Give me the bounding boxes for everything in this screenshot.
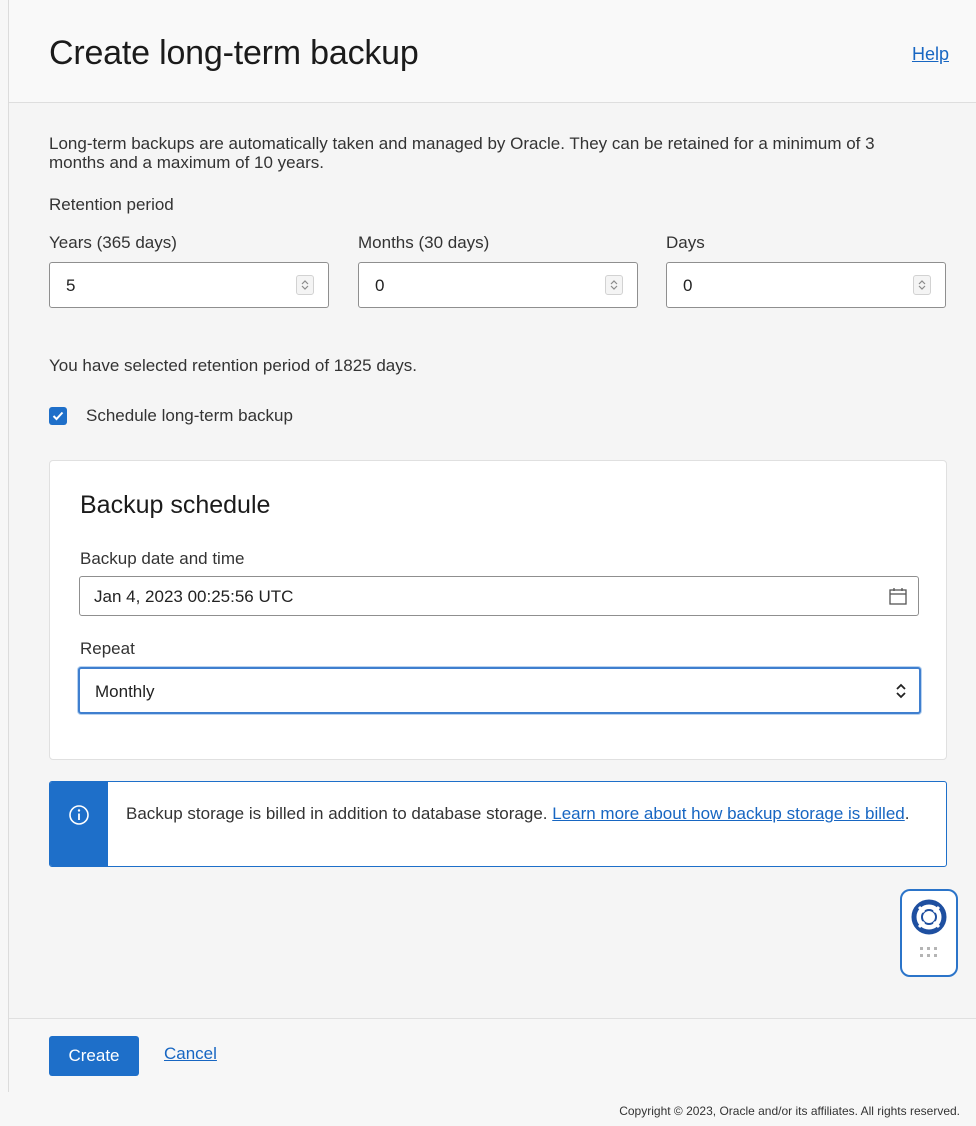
years-stepper-icon[interactable] [296,275,314,295]
create-button[interactable]: Create [49,1036,139,1076]
chevron-updown-icon [895,682,907,705]
days-stepper-icon[interactable] [913,275,931,295]
retention-summary: You have selected retention period of 18… [49,356,417,375]
cancel-link[interactable]: Cancel [164,1044,217,1064]
schedule-checkbox-label: Schedule long-term backup [86,406,293,425]
years-value: 5 [66,276,76,295]
backup-datetime-input[interactable]: Jan 4, 2023 00:25:56 UTC [79,576,919,616]
grip-dots-icon [920,947,937,957]
info-strip [50,782,108,866]
panel-header: Create long-term backup Help [9,0,976,103]
lifebuoy-icon [911,899,947,935]
info-message: Backup storage is billed in addition to … [126,804,548,823]
footer-bar [9,1018,976,1093]
retention-period-label: Retention period [49,195,174,214]
backup-datetime-label: Backup date and time [80,549,245,568]
days-input[interactable]: 0 [666,262,946,308]
months-input[interactable]: 0 [358,262,638,308]
description-text: Long-term backups are automatically take… [49,134,875,172]
billing-info-banner: Backup storage is billed in addition to … [49,781,947,867]
backup-schedule-title: Backup schedule [80,491,271,519]
create-backup-panel: Create long-term backup Help Long-term b… [8,0,976,1093]
months-value: 0 [375,276,385,295]
help-assistant-button[interactable] [900,889,958,977]
page-title: Create long-term backup [49,34,419,72]
help-link[interactable]: Help [912,44,949,65]
billing-learn-more-link[interactable]: Learn more about how backup storage is b… [552,804,905,823]
repeat-label: Repeat [80,639,135,658]
calendar-icon[interactable] [888,586,908,611]
schedule-checkbox-row[interactable]: Schedule long-term backup [49,406,293,426]
years-input[interactable]: 5 [49,262,329,308]
repeat-value: Monthly [95,682,155,701]
years-label: Years (365 days) [49,233,177,252]
repeat-select[interactable]: Monthly [78,667,921,714]
info-text: Backup storage is billed in addition to … [126,804,926,824]
days-value: 0 [683,276,693,295]
copyright-text: Copyright © 2023, Oracle and/or its affi… [619,1104,960,1118]
check-icon [52,411,64,421]
schedule-checkbox[interactable] [49,407,67,425]
months-stepper-icon[interactable] [605,275,623,295]
info-trailing: . [904,804,910,823]
months-label: Months (30 days) [358,233,490,252]
days-label: Days [666,233,705,252]
info-icon [69,805,89,825]
backup-datetime-value: Jan 4, 2023 00:25:56 UTC [94,587,294,606]
backup-schedule-card: Backup schedule Backup date and time Jan… [49,460,947,760]
